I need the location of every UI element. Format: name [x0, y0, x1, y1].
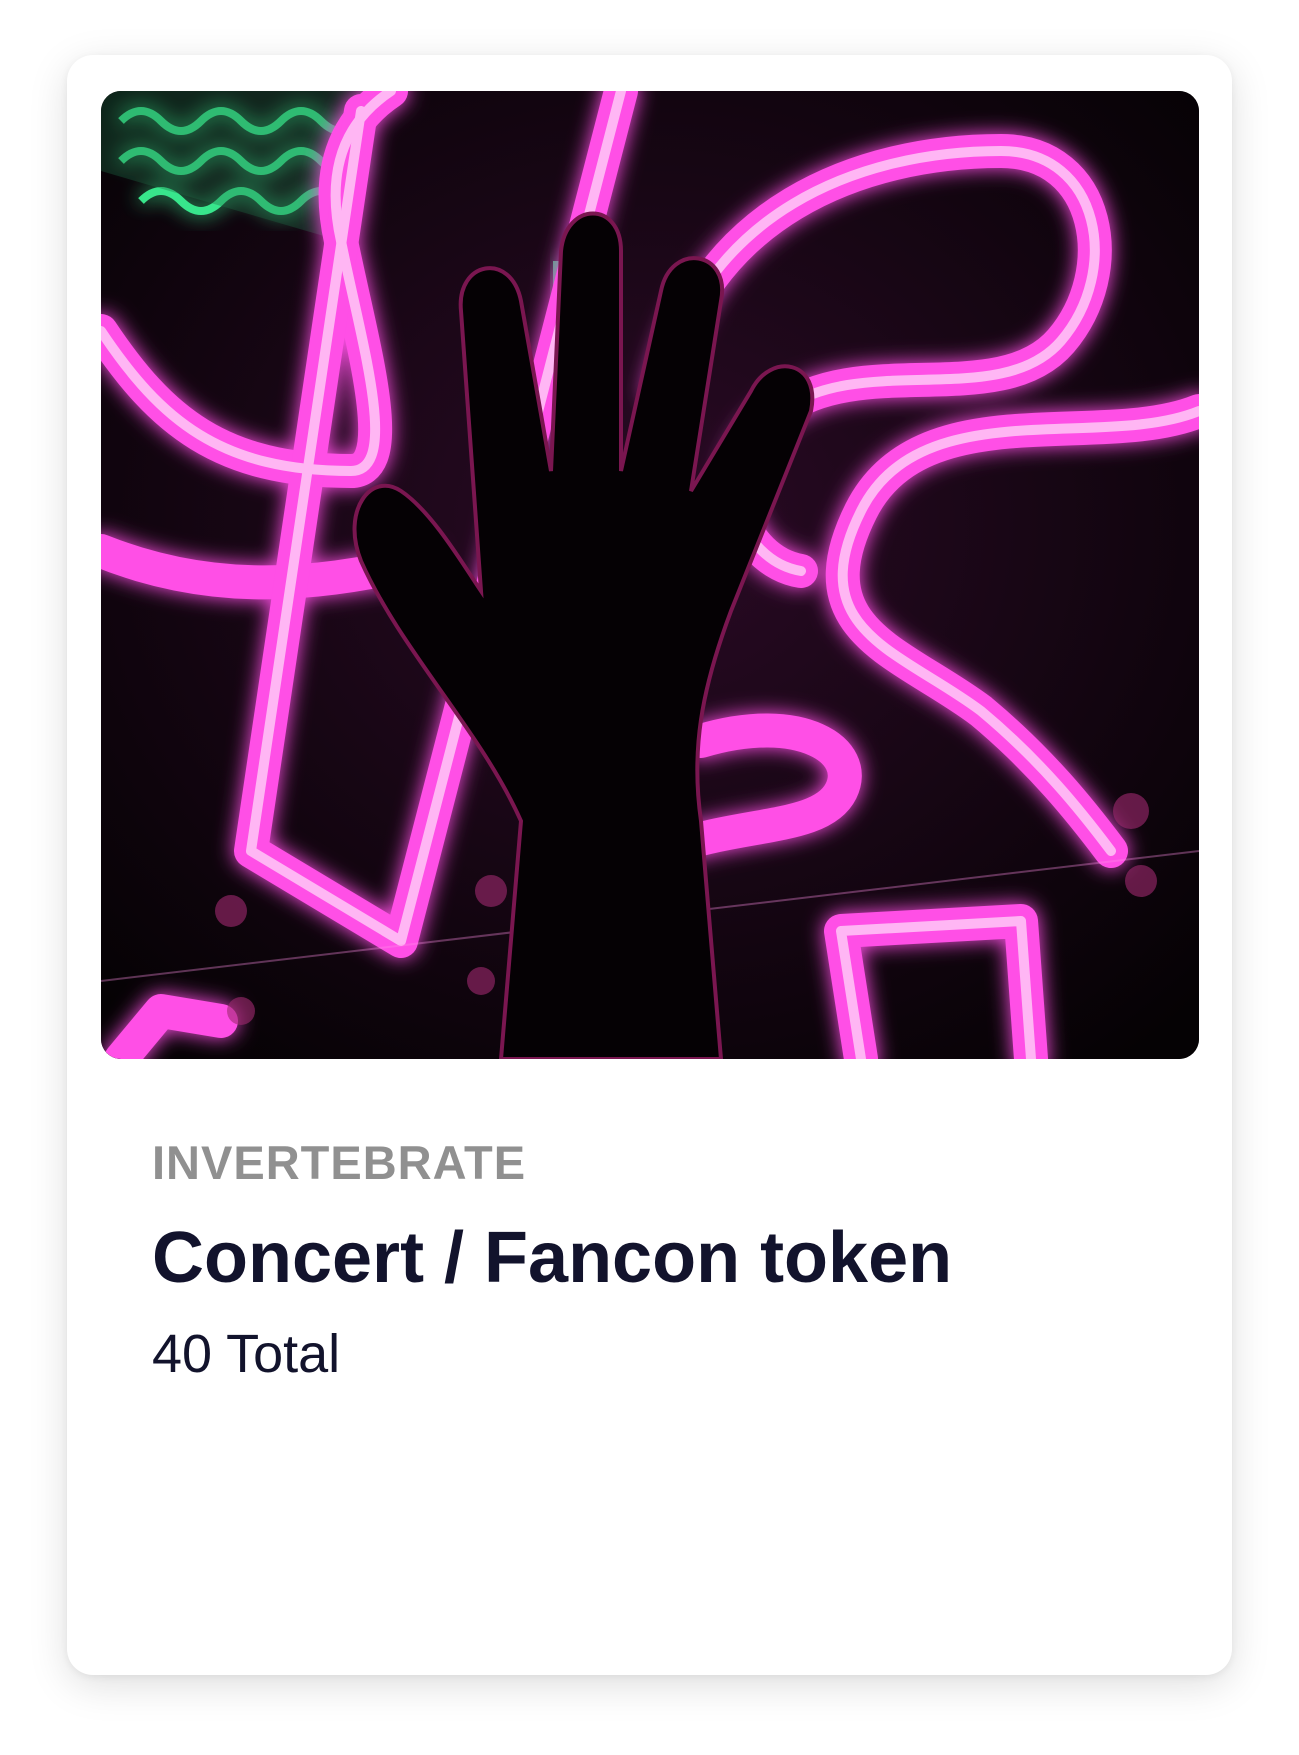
token-card[interactable]: INVERTEBRATE Concert / Fancon token 40 T… [67, 55, 1232, 1675]
token-image[interactable] [101, 91, 1199, 1059]
token-title[interactable]: Concert / Fancon token [152, 1217, 952, 1299]
collection-name: INVERTEBRATE [152, 1136, 527, 1189]
token-total-count: 40 Total [152, 1324, 341, 1384]
neon-hand-illustration [101, 91, 1199, 1059]
